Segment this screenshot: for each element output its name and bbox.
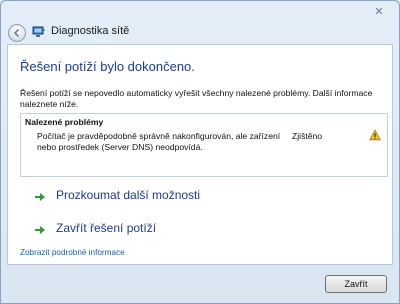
close-troubleshooting-label: Zavřít řešení potíží — [56, 221, 157, 235]
dialog-window: ✕ Diagnostika sítě Řešení potíží bylo do… — [0, 0, 400, 304]
explore-options-label: Prozkoumat další možnosti — [56, 188, 201, 202]
footer: Zavřít — [1, 265, 399, 303]
show-details-link[interactable]: Zobrazit podrobné informace — [20, 248, 125, 257]
description-text: Řešení potíží se nepovedlo automaticky v… — [20, 88, 373, 109]
content-panel: Řešení potíží bylo dokončeno. Řešení pot… — [7, 44, 393, 265]
problem-status: Zjištěno — [292, 131, 323, 141]
back-button[interactable] — [8, 24, 26, 42]
problem-description: Počítač je pravděpodobně správně nakonfi… — [37, 131, 281, 152]
problems-box: Nalezené problémy Počítač je pravděpodob… — [20, 113, 388, 177]
green-arrow-icon — [35, 226, 45, 234]
window-title: Diagnostika sítě — [51, 25, 130, 37]
window-close-button[interactable]: ✕ — [369, 5, 389, 19]
page-heading: Řešení potíží bylo dokončeno. — [20, 59, 195, 74]
title-bar: ✕ Diagnostika sítě — [1, 1, 399, 43]
green-arrow-icon — [35, 193, 45, 201]
problems-header: Nalezené problémy — [25, 117, 104, 127]
back-arrow-icon — [13, 28, 20, 38]
network-diagnostics-icon — [32, 26, 45, 37]
close-button[interactable]: Zavřít — [325, 275, 387, 293]
warning-icon — [369, 129, 381, 141]
